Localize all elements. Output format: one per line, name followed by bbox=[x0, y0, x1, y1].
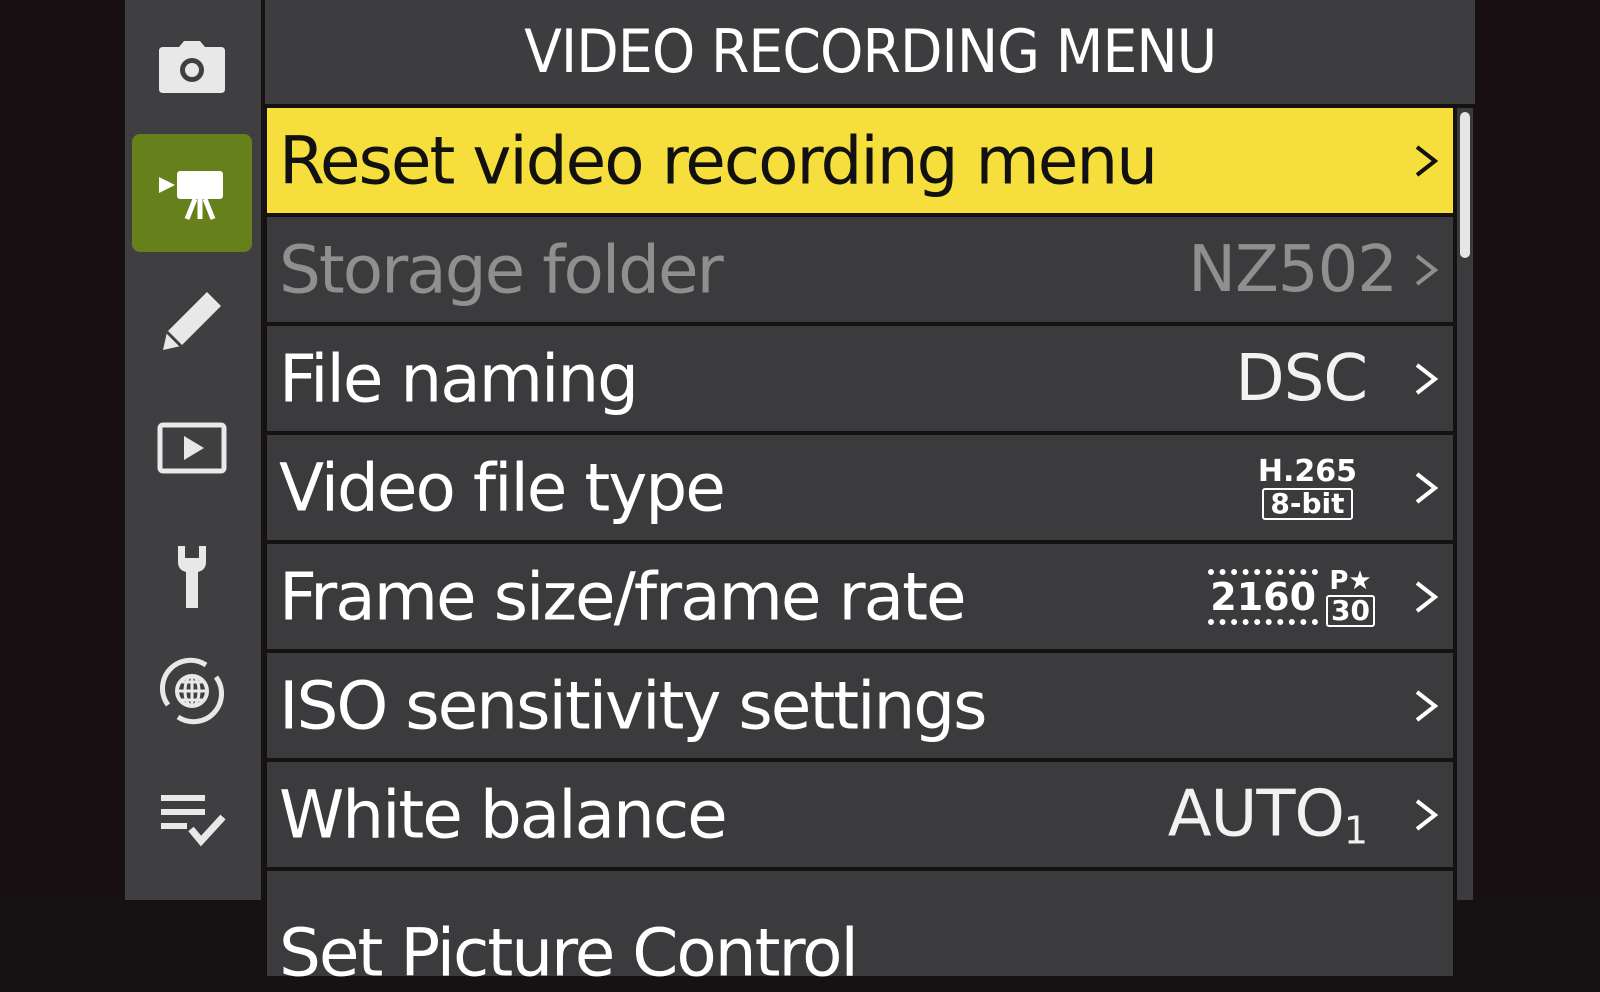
frame-rate-group: P★ 30 bbox=[1326, 567, 1375, 627]
menu-item-label: ISO sensitivity settings bbox=[279, 667, 988, 744]
menu-item-frame-size-frame-rate[interactable]: Frame size/frame rate 2160 P★ 30 bbox=[267, 544, 1453, 649]
wrench-icon bbox=[178, 546, 206, 608]
camera-menu-screen: VIDEO RECORDING MENU Reset video recordi… bbox=[0, 0, 1600, 992]
playback-icon bbox=[157, 422, 227, 474]
chevron-right-icon bbox=[1413, 362, 1439, 396]
menu-item-white-balance[interactable]: White balance AUTO1 bbox=[267, 762, 1453, 867]
menu-item-reset-video-recording-menu[interactable]: Reset video recording menu bbox=[267, 108, 1453, 213]
camera-icon bbox=[159, 41, 225, 93]
chevron-right-icon bbox=[1413, 798, 1439, 832]
checklist-icon bbox=[161, 795, 226, 847]
video-codec-badge: H.265 8-bit bbox=[1257, 453, 1357, 520]
frame-rate-value: 30 bbox=[1326, 594, 1375, 627]
menu-item-value: NZ502 bbox=[1188, 232, 1398, 307]
tab-video-recording[interactable] bbox=[132, 134, 252, 252]
tab-playback[interactable] bbox=[132, 390, 252, 508]
menu-item-label: File naming bbox=[279, 340, 639, 417]
menu-item-storage-folder[interactable]: Storage folder NZ502 bbox=[267, 217, 1453, 322]
menu-item-label: White balance bbox=[279, 776, 728, 853]
menu-item-set-picture-control[interactable]: Set Picture Control bbox=[267, 871, 1453, 992]
tab-network[interactable] bbox=[132, 632, 252, 750]
codec-label: H.265 bbox=[1257, 453, 1357, 489]
pencil-icon bbox=[163, 292, 221, 350]
menu-item-value: AUTO1 bbox=[1167, 777, 1368, 852]
chevron-right-icon bbox=[1413, 580, 1439, 614]
chevron-right-icon bbox=[1413, 253, 1439, 287]
menu-item-label: Set Picture Control bbox=[279, 914, 859, 992]
letterbox-right bbox=[1475, 0, 1600, 900]
tab-retouch[interactable] bbox=[132, 262, 252, 380]
page-title: VIDEO RECORDING MENU bbox=[523, 17, 1217, 87]
menu-item-label: Storage folder bbox=[279, 231, 724, 308]
white-balance-mode: AUTO bbox=[1167, 777, 1345, 851]
menu-item-iso-sensitivity-settings[interactable]: ISO sensitivity settings bbox=[267, 653, 1453, 758]
chevron-right-icon bbox=[1413, 471, 1439, 505]
letterbox-left bbox=[0, 0, 125, 900]
menu-item-file-naming[interactable]: File naming DSC bbox=[267, 326, 1453, 431]
network-globe-icon bbox=[159, 657, 225, 725]
menu-item-label: Frame size/frame rate bbox=[279, 558, 967, 635]
menu-tabs-sidebar bbox=[125, 0, 261, 900]
menu-item-label: Reset video recording menu bbox=[279, 122, 1158, 199]
frame-size-rate-badge: 2160 P★ 30 bbox=[1208, 567, 1375, 627]
menu-item-label: Video file type bbox=[279, 449, 726, 526]
tab-photo-shooting[interactable] bbox=[132, 8, 252, 126]
tab-setup[interactable] bbox=[132, 518, 252, 636]
menu-item-video-file-type[interactable]: Video file type H.265 8-bit bbox=[267, 435, 1453, 540]
white-balance-subscript: 1 bbox=[1343, 808, 1368, 852]
menu-header: VIDEO RECORDING MENU bbox=[265, 0, 1475, 104]
bit-depth-label: 8-bit bbox=[1262, 487, 1353, 520]
progressive-star-label: P★ bbox=[1329, 565, 1372, 596]
frame-size-value: 2160 bbox=[1208, 568, 1319, 625]
chevron-right-icon bbox=[1413, 144, 1439, 178]
scrollbar-thumb[interactable] bbox=[1460, 112, 1470, 258]
chevron-right-icon bbox=[1413, 689, 1439, 723]
menu-item-value: DSC bbox=[1235, 341, 1368, 416]
tab-my-menu[interactable] bbox=[132, 760, 252, 878]
video-camera-icon bbox=[159, 171, 223, 220]
